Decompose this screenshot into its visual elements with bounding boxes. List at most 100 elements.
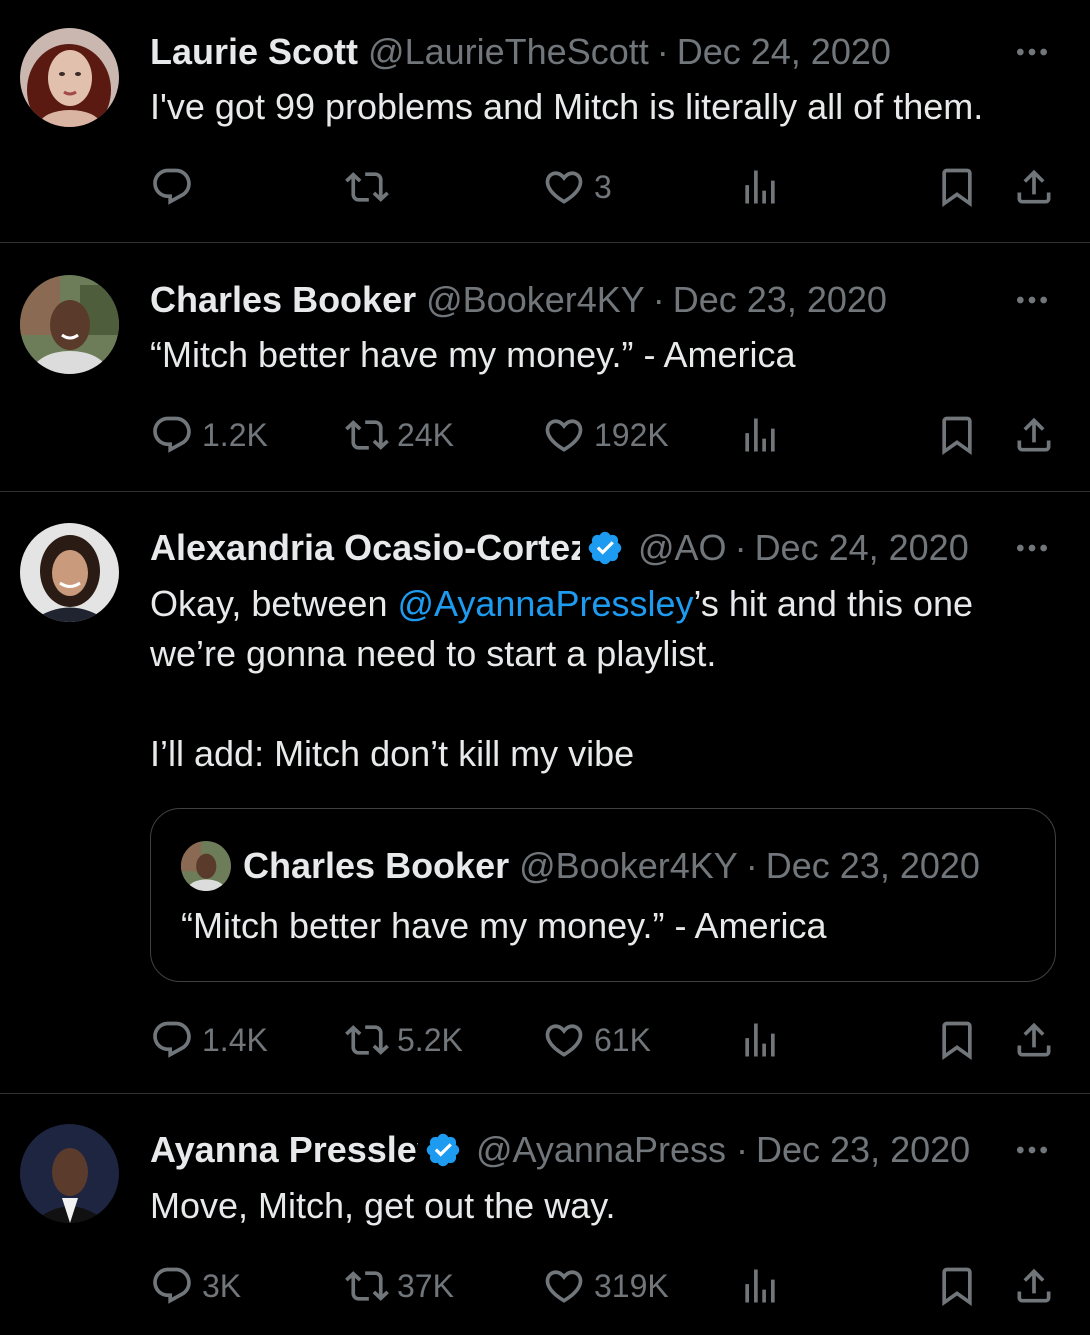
reply-button[interactable]: 3K	[150, 1264, 241, 1308]
like-count: 3	[594, 168, 612, 205]
retweet-button[interactable]: 5.2K	[345, 1018, 463, 1062]
more-icon[interactable]	[1012, 1128, 1052, 1172]
retweet-count: 37K	[397, 1267, 454, 1304]
views-button[interactable]	[738, 165, 782, 209]
display-name[interactable]: Alexandria Ocasio-Cortez	[150, 526, 580, 570]
retweet-count: 24K	[397, 416, 454, 453]
tweet-date[interactable]: Dec 24, 2020	[755, 526, 969, 570]
bookmark-icon	[935, 1018, 979, 1062]
more-icon[interactable]	[1012, 526, 1052, 570]
heart-icon	[542, 413, 586, 457]
reply-count: 1.4K	[202, 1021, 268, 1058]
retweet-button[interactable]	[345, 165, 397, 209]
more-icon[interactable]	[1012, 278, 1052, 322]
bookmark-icon	[935, 165, 979, 209]
tweet-date[interactable]: Dec 23, 2020	[756, 1128, 970, 1172]
separator-dot: ·	[745, 845, 758, 886]
reply-button[interactable]: 1.4K	[150, 1018, 268, 1062]
avatar[interactable]	[20, 1124, 119, 1223]
reply-button[interactable]: 1.2K	[150, 413, 268, 457]
quoted-avatar	[181, 841, 231, 891]
like-button[interactable]: 192K	[542, 413, 669, 457]
share-icon	[1012, 413, 1056, 457]
share-button[interactable]	[1012, 1264, 1056, 1308]
action-bar: 3K 37K 319K	[150, 1264, 1060, 1308]
reply-icon	[150, 413, 194, 457]
reply-icon	[150, 165, 194, 209]
reply-count: 1.2K	[202, 416, 268, 453]
separator-dot: ·	[734, 527, 747, 568]
tweet-text: I've got 99 problems and Mitch is litera…	[150, 86, 984, 127]
bookmark-button[interactable]	[935, 413, 979, 457]
user-handle[interactable]: @AO	[638, 526, 727, 570]
tweet-date[interactable]: Dec 24, 2020	[677, 30, 891, 74]
views-icon	[738, 1018, 782, 1062]
user-handle[interactable]: @Booker4KY	[426, 278, 645, 322]
bookmark-button[interactable]	[935, 1018, 979, 1062]
views-icon	[738, 165, 782, 209]
display-name[interactable]: Ayanna Pressley	[150, 1128, 418, 1172]
bookmark-button[interactable]	[935, 165, 979, 209]
avatar[interactable]	[20, 523, 119, 622]
quoted-user-handle: @Booker4KY	[519, 845, 738, 886]
tweet-date[interactable]: Dec 23, 2020	[673, 278, 887, 322]
like-button[interactable]: 319K	[542, 1264, 669, 1308]
tweet-text: “Mitch better have my money.” - America	[150, 334, 796, 375]
quoted-display-name: Charles Booker	[243, 845, 510, 886]
share-button[interactable]	[1012, 1018, 1056, 1062]
avatar[interactable]	[20, 275, 119, 374]
views-button[interactable]	[738, 1018, 782, 1062]
share-icon	[1012, 1018, 1056, 1062]
retweet-count: 5.2K	[397, 1021, 463, 1058]
retweet-icon	[345, 1264, 389, 1308]
action-bar: 1.2K 24K 192K	[150, 413, 1060, 457]
quoted-date: Dec 23, 2020	[765, 845, 980, 886]
like-button[interactable]: 61K	[542, 1018, 651, 1062]
heart-icon	[542, 1018, 586, 1062]
more-icon[interactable]	[1012, 30, 1052, 74]
user-handle[interactable]: @LaurieTheScott	[368, 30, 649, 74]
views-button[interactable]	[738, 1264, 782, 1308]
tweet-2[interactable]: Charles Booker @Booker4KY · Dec 23, 2020…	[0, 243, 1090, 492]
display-name[interactable]: Charles Booker	[150, 278, 416, 322]
like-count: 319K	[594, 1267, 669, 1304]
reply-icon	[150, 1018, 194, 1062]
retweet-icon	[345, 165, 389, 209]
share-icon	[1012, 1264, 1056, 1308]
tweet-header: Alexandria Ocasio-Cortez @AO · Dec 24, 2…	[150, 526, 969, 570]
bookmark-icon	[935, 1264, 979, 1308]
quoted-tweet[interactable]: Charles Booker @Booker4KY · Dec 23, 2020…	[150, 808, 1056, 982]
share-button[interactable]	[1012, 413, 1056, 457]
heart-icon	[542, 1264, 586, 1308]
retweet-button[interactable]: 37K	[345, 1264, 454, 1308]
verified-badge-icon	[586, 529, 624, 567]
reply-icon	[150, 1264, 194, 1308]
share-button[interactable]	[1012, 165, 1056, 209]
text-before-mention: Okay, between	[150, 583, 398, 624]
retweet-button[interactable]: 24K	[345, 413, 454, 457]
action-bar: 1.4K 5.2K 61K	[150, 1018, 1060, 1062]
reply-count: 3K	[202, 1267, 242, 1304]
tweet-4[interactable]: Ayanna Pressley @AyannaPressley · Dec 23…	[0, 1094, 1090, 1335]
views-icon	[738, 413, 782, 457]
tweet-3[interactable]: Alexandria Ocasio-Cortez @AO · Dec 24, 2…	[0, 492, 1090, 1094]
avatar[interactable]	[20, 28, 119, 127]
like-button[interactable]: 3	[542, 165, 612, 209]
display-name[interactable]: Laurie Scott	[150, 30, 358, 74]
tweet-header: Laurie Scott @LaurieTheScott · Dec 24, 2…	[150, 30, 891, 74]
like-count: 192K	[594, 416, 669, 453]
separator-dot: ·	[656, 31, 669, 72]
separator-dot: ·	[736, 1129, 748, 1170]
like-count: 61K	[594, 1021, 651, 1058]
mention-link[interactable]: @AyannaPressley	[397, 583, 693, 624]
tweet-1[interactable]: Laurie Scott @LaurieTheScott · Dec 24, 2…	[0, 0, 1090, 243]
bookmark-button[interactable]	[935, 1264, 979, 1308]
user-handle[interactable]: @AyannaPressley	[476, 1128, 728, 1172]
reply-button[interactable]	[150, 165, 202, 209]
views-icon	[738, 1264, 782, 1308]
bookmark-icon	[935, 413, 979, 457]
quoted-header: Charles Booker @Booker4KY · Dec 23, 2020	[243, 844, 980, 888]
views-button[interactable]	[738, 413, 782, 457]
tweet-header: Ayanna Pressley @AyannaPressley · Dec 23…	[150, 1128, 970, 1172]
verified-badge-icon	[424, 1131, 462, 1169]
